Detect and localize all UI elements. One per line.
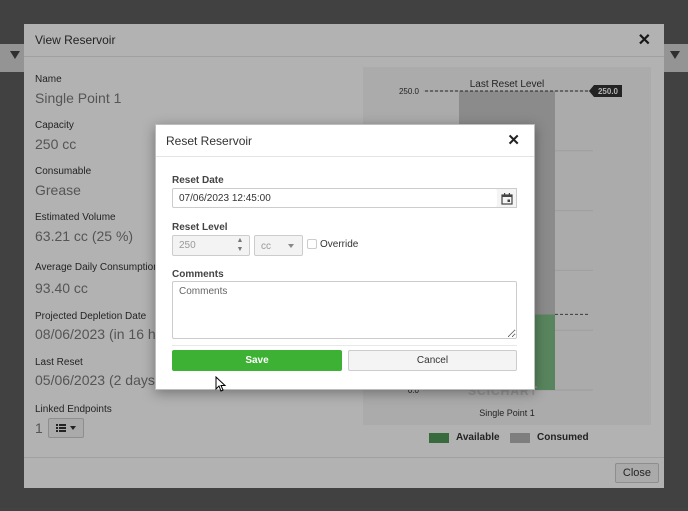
modal-header: Reset Reservoir ✕ [156, 125, 534, 157]
divider [172, 345, 517, 346]
cancel-button[interactable]: Cancel [348, 350, 517, 371]
comments-textarea[interactable] [172, 281, 517, 339]
unit-select[interactable]: cc [254, 235, 303, 256]
mouse-cursor-icon [215, 376, 227, 392]
comments-label: Comments [172, 269, 224, 280]
override-checkbox[interactable] [307, 239, 317, 249]
reset-level-stepper[interactable]: ▲ ▼ [230, 236, 250, 256]
reset-date-input[interactable] [172, 188, 498, 208]
date-picker-button[interactable] [497, 188, 517, 208]
close-icon[interactable]: ✕ [507, 131, 520, 149]
calendar-icon [501, 193, 513, 205]
save-button[interactable]: Save [172, 350, 342, 371]
modal-title: Reset Reservoir [166, 134, 253, 148]
reset-date-label: Reset Date [172, 175, 224, 186]
unit-select-value: cc [261, 241, 271, 252]
chevron-down-icon [288, 244, 294, 248]
reset-reservoir-modal: Reset Reservoir ✕ Reset Date Reset Level… [155, 124, 535, 390]
override-label: Override [320, 239, 359, 250]
reset-level-label: Reset Level [172, 222, 228, 233]
